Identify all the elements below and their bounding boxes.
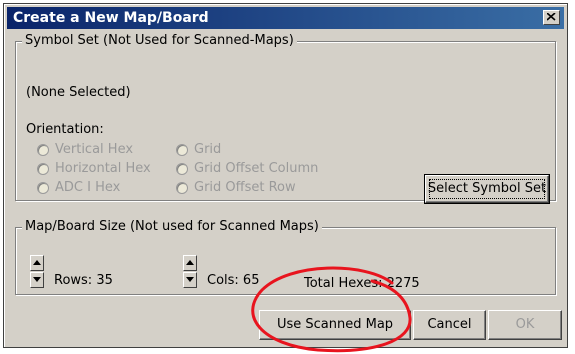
radio-circle-icon bbox=[176, 143, 188, 156]
window-title: Create a New Map/Board bbox=[13, 10, 209, 26]
radio-horizontal-hex[interactable]: Horizontal Hex bbox=[37, 161, 151, 176]
select-symbol-set-button[interactable]: Select Symbol Set bbox=[424, 174, 550, 204]
rows-label: Rows: 35 bbox=[54, 273, 113, 288]
cols-spinner[interactable] bbox=[183, 255, 197, 289]
radio-label: Grid bbox=[194, 142, 222, 157]
close-icon bbox=[547, 13, 556, 21]
radio-label: Grid Offset Column bbox=[194, 161, 319, 176]
radio-grid-offset-row[interactable]: Grid Offset Row bbox=[176, 180, 296, 195]
radio-label: ADC I Hex bbox=[55, 180, 121, 195]
rows-increment-button[interactable] bbox=[30, 255, 44, 271]
create-map-dialog: Create a New Map/Board Symbol Set (Not U… bbox=[3, 3, 568, 348]
radio-label: Horizontal Hex bbox=[55, 161, 151, 176]
use-scanned-map-button[interactable]: Use Scanned Map bbox=[259, 310, 411, 340]
radio-label: Grid Offset Row bbox=[194, 180, 296, 195]
radio-circle-icon bbox=[37, 162, 49, 175]
rows-spinner[interactable] bbox=[30, 255, 44, 289]
radio-label: Vertical Hex bbox=[55, 142, 134, 157]
cancel-label: Cancel bbox=[427, 317, 472, 332]
radio-circle-icon bbox=[176, 181, 188, 194]
cols-increment-button[interactable] bbox=[183, 255, 197, 271]
radio-circle-icon bbox=[37, 181, 49, 194]
radio-grid-offset-column[interactable]: Grid Offset Column bbox=[176, 161, 318, 176]
radio-grid[interactable]: Grid bbox=[176, 142, 221, 157]
cols-label: Cols: 65 bbox=[207, 273, 260, 288]
radio-circle-icon bbox=[37, 143, 49, 156]
cols-decrement-button[interactable] bbox=[183, 272, 197, 288]
radio-circle-icon bbox=[176, 162, 188, 175]
ok-button[interactable]: OK bbox=[488, 310, 562, 340]
symbol-set-legend: Symbol Set (Not Used for Scanned-Maps) bbox=[22, 33, 297, 48]
map-size-legend: Map/Board Size (Not used for Scanned Map… bbox=[22, 219, 322, 234]
arrow-up-icon bbox=[33, 260, 41, 265]
orientation-label: Orientation: bbox=[26, 122, 104, 137]
radio-vertical-hex[interactable]: Vertical Hex bbox=[37, 142, 133, 157]
total-hexes-label: Total Hexes: 2275 bbox=[304, 276, 420, 291]
ok-label: OK bbox=[515, 317, 535, 332]
title-bar[interactable]: Create a New Map/Board bbox=[7, 7, 564, 29]
close-button[interactable] bbox=[543, 10, 560, 25]
map-size-group: Map/Board Size (Not used for Scanned Map… bbox=[15, 219, 556, 295]
arrow-up-icon bbox=[186, 260, 194, 265]
use-scanned-map-label: Use Scanned Map bbox=[276, 317, 394, 332]
cancel-button[interactable]: Cancel bbox=[413, 310, 486, 340]
arrow-down-icon bbox=[33, 277, 41, 282]
symbol-set-group: Symbol Set (Not Used for Scanned-Maps) (… bbox=[15, 33, 556, 204]
arrow-down-icon bbox=[186, 277, 194, 282]
radio-adc-hex[interactable]: ADC I Hex bbox=[37, 180, 120, 195]
rows-decrement-button[interactable] bbox=[30, 272, 44, 288]
symbol-set-selection: (None Selected) bbox=[26, 85, 131, 100]
focus-ring bbox=[429, 179, 545, 199]
